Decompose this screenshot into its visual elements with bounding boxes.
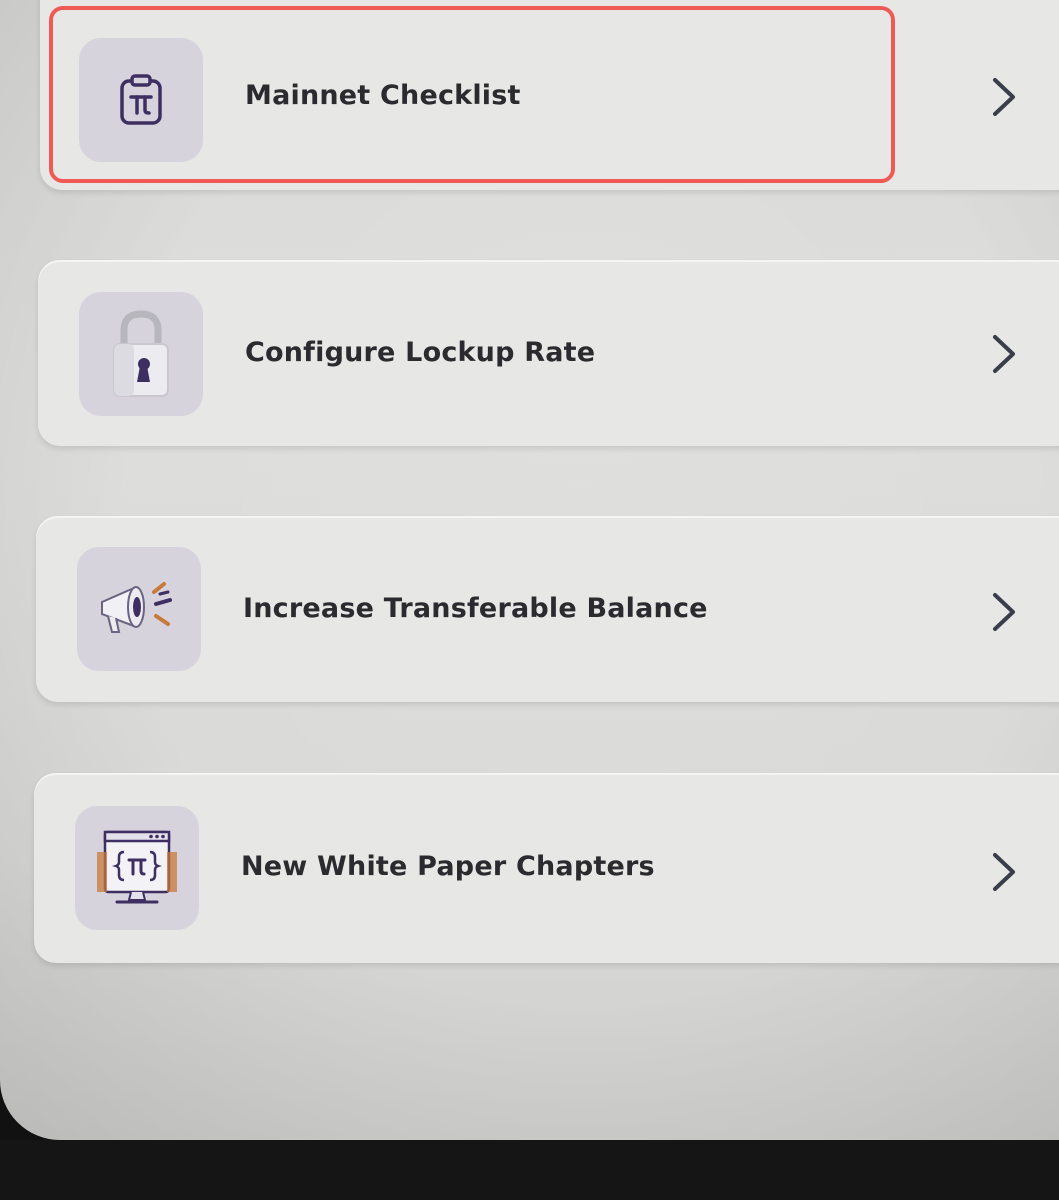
white-paper-icon-tile bbox=[75, 806, 199, 930]
device-bezel bbox=[0, 1140, 1059, 1200]
chevron-right-icon bbox=[993, 335, 1015, 373]
configure-lockup-icon-tile bbox=[79, 292, 203, 416]
padlock-icon bbox=[113, 310, 169, 397]
new-white-paper-chapters-label: New White Paper Chapters bbox=[241, 851, 655, 882]
chevron-right-icon bbox=[993, 593, 1015, 631]
chevron-right-icon bbox=[993, 78, 1015, 116]
chevron-right-icon bbox=[993, 853, 1015, 891]
increase-balance-icon-tile bbox=[77, 547, 201, 671]
configure-lockup-rate-label: Configure Lockup Rate bbox=[245, 337, 596, 368]
highlight-annotation-box bbox=[49, 6, 895, 183]
increase-transferable-balance-label: Increase Transferable Balance bbox=[243, 593, 708, 624]
whitepaper-monitor-icon bbox=[97, 830, 177, 904]
megaphone-icon bbox=[101, 582, 172, 633]
phone-screen: Mainnet Checklist Configure Lockup Rate bbox=[0, 0, 1059, 1140]
